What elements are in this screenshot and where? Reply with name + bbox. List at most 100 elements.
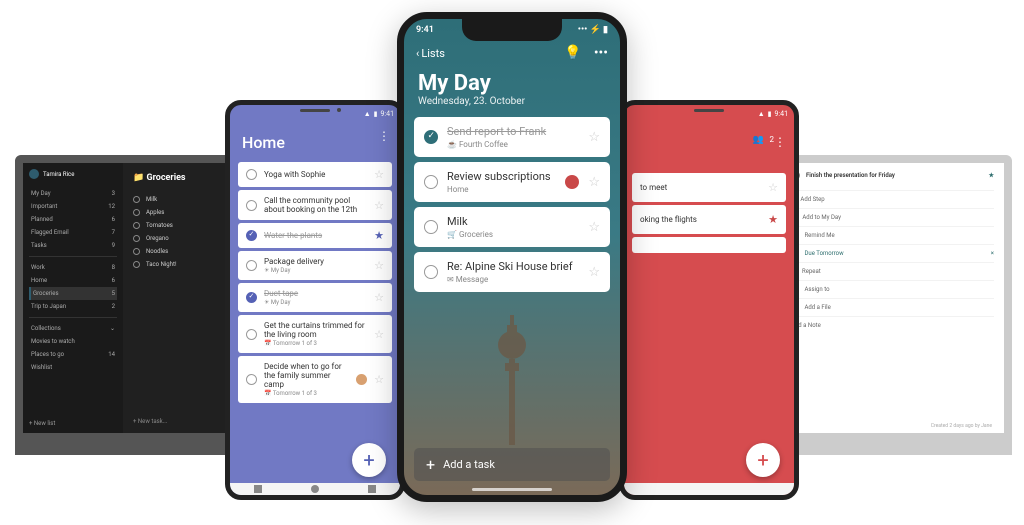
nav-planned[interactable]: Planned6 xyxy=(29,213,117,226)
task-card[interactable]: Send report to Frank☕ Fourth Coffee ☆ xyxy=(414,117,610,157)
star-icon[interactable]: ☆ xyxy=(374,373,384,386)
checkbox-icon[interactable] xyxy=(246,329,257,340)
task-card[interactable]: Duct tape☀ My Day☆ xyxy=(238,283,392,312)
star-icon[interactable]: ☆ xyxy=(374,168,384,181)
task-card[interactable]: to meet☆ xyxy=(632,173,786,202)
detail-panel: Finish the presentation for Friday ★ +Ad… xyxy=(780,163,1004,433)
back-label: Lists xyxy=(421,47,445,60)
back-button[interactable]: ‹ Lists xyxy=(416,47,445,60)
task-card[interactable]: Water the plants★ xyxy=(238,223,392,248)
list-groceries[interactable]: Groceries5 xyxy=(29,287,117,300)
checkbox-icon[interactable] xyxy=(133,248,140,255)
iphone-my-day: 9:41 ••• ⚡ ▮ ‹ Lists 💡 ••• My Day Wednes… xyxy=(397,12,627,502)
task-list: to meet☆ oking the flights★ xyxy=(624,123,794,253)
task-list: Yoga with Sophie☆ Call the community poo… xyxy=(230,162,400,403)
checkbox-icon[interactable] xyxy=(133,261,140,268)
star-icon[interactable]: ☆ xyxy=(588,175,600,190)
checkbox-icon[interactable] xyxy=(133,209,140,216)
list-work[interactable]: Work8 xyxy=(29,261,117,274)
task-card[interactable]: Review subscriptionsHome ☆ xyxy=(414,162,610,202)
star-icon[interactable]: ★ xyxy=(374,229,384,242)
coll-places[interactable]: Places to go14 xyxy=(29,348,117,361)
new-list-button[interactable]: + New list xyxy=(29,420,55,427)
checkbox-icon[interactable] xyxy=(246,292,257,303)
plus-icon: + xyxy=(426,459,435,470)
assign-to[interactable]: 👤Assign to xyxy=(791,280,994,298)
checkbox-icon[interactable] xyxy=(246,374,257,385)
task-card[interactable]: Re: Alpine Ski House brief✉ Message ☆ xyxy=(414,252,610,292)
task-card[interactable]: Call the community pool about booking on… xyxy=(238,190,392,220)
nav-my-day[interactable]: My Day3 xyxy=(29,187,117,200)
coll-wishlist[interactable]: Wishlist xyxy=(29,361,117,374)
star-icon[interactable]: ☆ xyxy=(374,199,384,212)
add-task-bar[interactable]: + Add a task xyxy=(414,448,610,481)
close-icon[interactable]: × xyxy=(991,250,994,257)
task-card[interactable] xyxy=(632,237,786,253)
star-icon[interactable]: ☆ xyxy=(374,259,384,272)
more-icon[interactable]: ⋮ xyxy=(378,129,390,143)
task-card[interactable]: oking the flights★ xyxy=(632,205,786,234)
remind-me[interactable]: 🔔Remind Me xyxy=(791,226,994,244)
task-title: Finish the presentation for Friday xyxy=(806,172,983,179)
star-icon[interactable]: ★ xyxy=(768,213,778,226)
checkbox-icon[interactable] xyxy=(424,220,438,234)
due-date[interactable]: 📅Due Tomorrow× xyxy=(791,244,994,262)
add-task-label: Add a task xyxy=(443,458,495,471)
android-home: ▲▮9:41 ⋮ Home Yoga with Sophie☆ Call the… xyxy=(225,100,405,500)
task-card[interactable]: Yoga with Sophie☆ xyxy=(238,162,392,187)
lightbulb-icon[interactable]: 💡 xyxy=(564,45,581,61)
more-icon[interactable]: ⋮ xyxy=(774,135,786,149)
profile-name: Tamira Rice xyxy=(43,171,74,178)
task-title-row[interactable]: Finish the presentation for Friday ★ xyxy=(791,171,994,180)
checkbox-icon[interactable] xyxy=(133,235,140,242)
add-step[interactable]: +Add Step xyxy=(791,190,994,208)
add-to-my-day[interactable]: ☀Add to My Day xyxy=(791,208,994,226)
star-icon[interactable]: ☆ xyxy=(374,328,384,341)
star-icon[interactable]: ★ xyxy=(989,172,994,179)
add-file[interactable]: 📎Add a File xyxy=(791,298,994,316)
add-fab[interactable]: + xyxy=(746,443,780,477)
checkbox-icon[interactable] xyxy=(246,260,257,271)
new-task-button[interactable]: + New task... xyxy=(133,418,167,425)
star-icon[interactable]: ☆ xyxy=(768,181,778,194)
created-footer: Created 2 days ago by Jane xyxy=(931,423,992,429)
task-card[interactable]: Get the curtains trimmed for the living … xyxy=(238,315,392,353)
home-indicator xyxy=(472,488,552,491)
list-home[interactable]: Home6 xyxy=(29,274,117,287)
coll-movies[interactable]: Movies to watch xyxy=(29,335,117,348)
android-red: ▲▮9:41 👥 2 ⋮ to meet☆ oking the flights★… xyxy=(619,100,799,500)
more-icon[interactable]: ••• xyxy=(594,45,608,61)
android-navbar xyxy=(624,483,794,495)
star-icon[interactable]: ☆ xyxy=(374,291,384,304)
checkbox-icon[interactable] xyxy=(246,169,257,180)
nav-important[interactable]: Important12 xyxy=(29,200,117,213)
sidebar: Tamira Rice My Day3 Important12 Planned6… xyxy=(23,163,123,433)
checkbox-icon[interactable] xyxy=(246,200,257,211)
nav-tasks[interactable]: Tasks9 xyxy=(29,239,117,252)
star-icon[interactable]: ☆ xyxy=(588,130,600,145)
task-card[interactable]: Milk🛒 Groceries ☆ xyxy=(414,207,610,247)
badge-icon xyxy=(565,175,579,189)
page-subtitle: Wednesday, 23. October xyxy=(404,96,620,117)
task-list: Send report to Frank☕ Fourth Coffee ☆ Re… xyxy=(404,117,620,292)
collections-header[interactable]: Collections⌄ xyxy=(29,322,117,335)
star-icon[interactable]: ☆ xyxy=(588,220,600,235)
add-fab[interactable]: + xyxy=(352,443,386,477)
add-note[interactable]: Add a Note xyxy=(791,316,994,334)
checkbox-icon[interactable] xyxy=(424,130,438,144)
checkbox-icon[interactable] xyxy=(133,196,140,203)
star-icon[interactable]: ☆ xyxy=(588,265,600,280)
checkbox-icon[interactable] xyxy=(246,230,257,241)
task-card[interactable]: Package delivery☀ My Day☆ xyxy=(238,251,392,280)
checkbox-icon[interactable] xyxy=(424,175,438,189)
profile[interactable]: Tamira Rice xyxy=(29,169,117,179)
repeat[interactable]: ↻Repeat xyxy=(791,262,994,280)
statusbar: ▲▮9:41 xyxy=(230,105,400,123)
nav-flagged[interactable]: Flagged Email7 xyxy=(29,226,117,239)
statusbar: ▲▮9:41 xyxy=(624,105,794,123)
share-icon[interactable]: 👥 xyxy=(753,135,764,145)
checkbox-icon[interactable] xyxy=(133,222,140,229)
checkbox-icon[interactable] xyxy=(424,265,438,279)
task-card[interactable]: Decide when to go for the family summer … xyxy=(238,356,392,403)
list-trip[interactable]: Trip to Japan2 xyxy=(29,300,117,313)
